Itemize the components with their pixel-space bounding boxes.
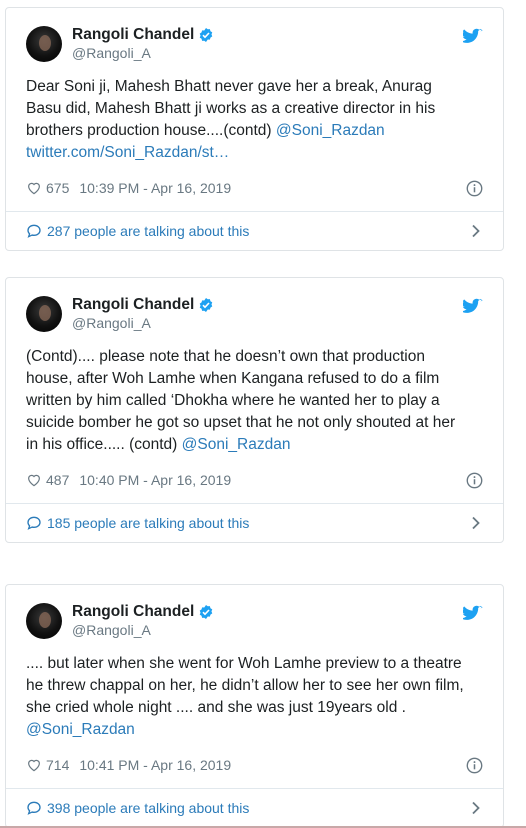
- mention-link[interactable]: @Soni_Razdan: [276, 122, 385, 139]
- speech-bubble-icon: [27, 801, 41, 815]
- info-icon[interactable]: [466, 180, 483, 197]
- talking-count: 185 people are talking about this: [47, 515, 250, 531]
- timestamp[interactable]: 10:40 PM - Apr 16, 2019: [79, 472, 231, 488]
- tweet-text: Dear Soni ji, Mahesh Bhatt never gave he…: [26, 76, 483, 164]
- tweet-header: Rangoli Chandel @Rangoli_A: [26, 24, 483, 64]
- mention-link[interactable]: @Soni_Razdan: [182, 436, 291, 453]
- twitter-bird-icon[interactable]: [463, 28, 483, 46]
- tweet-header: Rangoli Chandel @Rangoli_A: [26, 294, 483, 334]
- tweet-meta: 714 10:41 PM - Apr 16, 2019: [26, 755, 483, 775]
- talking-count: 398 people are talking about this: [47, 800, 250, 816]
- like-count[interactable]: 714: [46, 757, 69, 773]
- tweet-meta: 675 10:39 PM - Apr 16, 2019: [26, 178, 483, 198]
- author-handle[interactable]: @Rangoli_A: [72, 314, 214, 332]
- author-handle[interactable]: @Rangoli_A: [72, 621, 214, 639]
- speech-bubble-icon: [27, 224, 41, 238]
- tweet-text: (Contd).... please note that he doesn’t …: [26, 346, 483, 456]
- speech-bubble-icon: [27, 516, 41, 530]
- avatar[interactable]: [26, 296, 62, 332]
- info-icon[interactable]: [466, 757, 483, 774]
- conversation-link[interactable]: 185 people are talking about this: [6, 503, 503, 542]
- verified-badge-icon: [200, 298, 213, 312]
- conversation-link[interactable]: 398 people are talking about this: [6, 788, 503, 827]
- tweet-body: .... but later when she went for Woh Lam…: [26, 655, 464, 716]
- heart-icon[interactable]: [26, 472, 42, 488]
- heart-icon[interactable]: [26, 180, 42, 196]
- tweet-text: .... but later when she went for Woh Lam…: [26, 653, 483, 741]
- tweet-card: Rangoli Chandel @Rangoli_A (Contd).... p…: [5, 277, 504, 543]
- chevron-right-icon: [472, 516, 480, 530]
- twitter-bird-icon[interactable]: [463, 298, 483, 316]
- like-count[interactable]: 487: [46, 472, 69, 488]
- author-name[interactable]: Rangoli Chandel: [72, 296, 194, 314]
- chevron-right-icon: [472, 224, 480, 238]
- avatar[interactable]: [26, 603, 62, 639]
- heart-icon[interactable]: [26, 757, 42, 773]
- chevron-right-icon: [472, 801, 480, 815]
- tweet-card: Rangoli Chandel @Rangoli_A .... but late…: [5, 584, 504, 828]
- author-name[interactable]: Rangoli Chandel: [72, 26, 194, 44]
- avatar[interactable]: [26, 26, 62, 62]
- mention-link[interactable]: @Soni_Razdan: [26, 721, 135, 738]
- quoted-url-link[interactable]: twitter.com/Soni_Razdan/st…: [26, 144, 229, 161]
- conversation-link[interactable]: 287 people are talking about this: [6, 211, 503, 250]
- tweet-card: Rangoli Chandel @Rangoli_A Dear Soni ji,…: [5, 7, 504, 251]
- verified-badge-icon: [200, 28, 213, 42]
- author-handle[interactable]: @Rangoli_A: [72, 44, 214, 62]
- verified-badge-icon: [200, 605, 213, 619]
- timestamp[interactable]: 10:41 PM - Apr 16, 2019: [79, 757, 231, 773]
- tweet-meta: 487 10:40 PM - Apr 16, 2019: [26, 470, 483, 490]
- talking-count: 287 people are talking about this: [47, 223, 250, 239]
- like-count[interactable]: 675: [46, 180, 69, 196]
- tweet-header: Rangoli Chandel @Rangoli_A: [26, 601, 483, 641]
- author-name[interactable]: Rangoli Chandel: [72, 603, 194, 621]
- timestamp[interactable]: 10:39 PM - Apr 16, 2019: [79, 180, 231, 196]
- twitter-bird-icon[interactable]: [463, 605, 483, 623]
- info-icon[interactable]: [466, 472, 483, 489]
